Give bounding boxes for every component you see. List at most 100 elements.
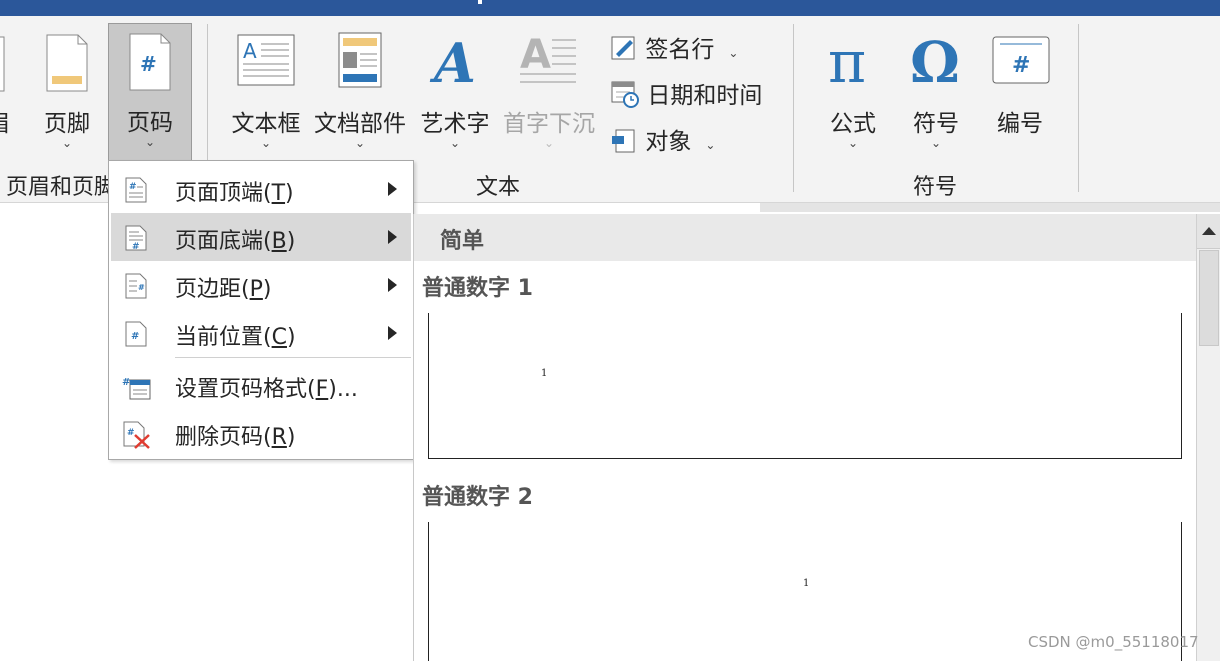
drop-cap-button[interactable]: A 首字下沉 ⌄ — [500, 24, 598, 164]
gallery-item-title: 普通数字 2 — [422, 485, 533, 510]
submenu-arrow-icon — [388, 182, 397, 196]
submenu-arrow-icon — [388, 230, 397, 244]
chevron-down-icon: ⌄ — [543, 136, 555, 150]
bottom-of-page-gallery: 简单 普通数字 1 1 普通数字 2 1 — [413, 214, 1197, 661]
menu-item-label: 当前位置(C) — [175, 325, 296, 350]
signature-line-icon — [611, 36, 635, 60]
document-background — [760, 203, 1220, 212]
svg-text:#: # — [132, 242, 140, 251]
symbol-button-label: 符号 — [913, 111, 959, 137]
quick-parts-icon — [338, 32, 382, 88]
current-position-icon: # — [125, 321, 147, 347]
svg-text:#: # — [140, 52, 157, 76]
page-number-menu: # 页面顶端(T) # 页面底端(B) # 页边距(P) # 当前位置(C) #… — [108, 160, 414, 460]
page-margin-icon: # — [125, 273, 147, 299]
object-button[interactable]: 对象 ⌄ — [610, 122, 715, 156]
svg-text:A: A — [243, 39, 257, 63]
header-page-icon — [0, 36, 5, 92]
footer-button-label: 页脚 — [44, 111, 90, 137]
menu-item-format-page-numbers[interactable]: # 设置页码格式(F)... — [111, 361, 411, 409]
chevron-down-icon: ⌄ — [144, 135, 156, 149]
page-number-button[interactable]: # 页码 ⌄ — [108, 23, 192, 162]
page-number-preview: 1 — [803, 578, 810, 589]
object-icon — [612, 129, 635, 153]
gallery-section-header: 简单 — [414, 214, 1197, 261]
svg-text:#: # — [138, 283, 145, 292]
delete-page-number-icon: # — [123, 421, 150, 449]
date-time-button[interactable]: 日期和时间 — [610, 76, 762, 110]
svg-text:Ω: Ω — [910, 30, 960, 90]
symbols-group-label: 符号 — [913, 175, 958, 200]
menu-item-label: 页边距(P) — [175, 277, 272, 302]
gallery-scrollbar[interactable] — [1196, 214, 1220, 661]
header-button-label: 眉 — [0, 104, 12, 138]
page-bottom-icon: # — [125, 225, 147, 251]
numbering-button-label: 编号 — [997, 111, 1043, 137]
equation-button-label: 公式 — [830, 111, 876, 137]
title-bar — [0, 0, 1220, 16]
omega-icon: Ω — [910, 30, 960, 90]
gallery-item-title: 普通数字 1 — [422, 276, 533, 301]
page-number-preview: 1 — [541, 368, 548, 379]
text-group-label: 文本 — [476, 175, 521, 200]
date-time-label: 日期和时间 — [647, 83, 763, 109]
scroll-up-arrow-icon[interactable] — [1197, 214, 1220, 249]
textbox-button-label: 文本框 — [231, 111, 301, 137]
footer-page-icon — [46, 34, 88, 92]
watermark: CSDN @m0_55118017 — [1028, 633, 1199, 651]
gallery-section-title: 简单 — [440, 229, 485, 254]
chevron-down-icon: ⌄ — [260, 136, 272, 150]
gallery-item-plain-number-1[interactable]: 1 — [428, 313, 1182, 459]
chevron-down-icon: ⌄ — [930, 136, 942, 150]
numbering-icon: # — [992, 36, 1050, 84]
menu-item-page-margins[interactable]: # 页边距(P) — [111, 261, 411, 309]
menu-item-current-position[interactable]: # 当前位置(C) — [111, 309, 411, 357]
chevron-down-icon: ⌄ — [449, 136, 461, 150]
svg-text:A: A — [520, 34, 551, 78]
menu-item-bottom-of-page[interactable]: # 页面底端(B) — [111, 213, 411, 261]
svg-text:π: π — [828, 30, 866, 90]
menu-item-label: 页面顶端(T) — [175, 181, 294, 206]
format-page-number-icon: # — [122, 377, 151, 400]
wordart-button[interactable]: A 艺术字 ⌄ — [416, 24, 494, 164]
textbox-icon: A — [237, 34, 295, 86]
equation-button[interactable]: π 公式 ⌄ — [818, 24, 888, 164]
quick-parts-button-label: 文档部件 — [314, 111, 406, 137]
svg-text:#: # — [122, 377, 130, 388]
svg-text:#: # — [1012, 53, 1030, 78]
signature-line-button[interactable]: 签名行 ⌄ — [610, 30, 738, 64]
page-top-icon: # — [125, 177, 147, 203]
numbering-button[interactable]: # 编号 — [986, 24, 1054, 164]
drop-cap-button-label: 首字下沉 — [503, 111, 595, 137]
chevron-down-icon: ⌄ — [847, 136, 859, 150]
pi-icon: π — [828, 30, 866, 90]
symbol-button[interactable]: Ω 符号 ⌄ — [900, 24, 972, 164]
page-number-button-label: 页码 — [127, 110, 173, 136]
object-label: 对象 — [645, 129, 692, 155]
svg-text:A: A — [429, 31, 476, 90]
chevron-down-icon: ⌄ — [354, 136, 366, 150]
menu-item-label: 删除页码(R) — [175, 425, 296, 450]
submenu-arrow-icon — [388, 326, 397, 340]
header-button[interactable]: 眉 — [0, 24, 12, 164]
document-page-edge — [415, 203, 760, 212]
menu-item-remove-page-numbers[interactable]: # 删除页码(R) — [111, 409, 411, 457]
menu-separator — [175, 357, 411, 358]
scrollbar-thumb[interactable] — [1199, 250, 1219, 346]
menu-item-label: 页面底端(B) — [175, 229, 296, 254]
textbox-button[interactable]: A 文本框 ⌄ — [228, 24, 304, 164]
calendar-clock-icon — [611, 81, 639, 108]
quick-parts-button[interactable]: 文档部件 ⌄ — [310, 24, 410, 164]
svg-text:#: # — [129, 182, 137, 192]
drop-cap-icon: A — [520, 34, 576, 83]
footer-button[interactable]: 页脚 ⌄ — [38, 24, 96, 164]
menu-item-label: 设置页码格式(F)... — [175, 377, 358, 402]
chevron-down-icon: ⌄ — [705, 138, 716, 152]
chevron-down-icon: ⌄ — [728, 46, 739, 60]
page-number-icon: # — [129, 33, 171, 91]
svg-text:#: # — [127, 428, 135, 438]
svg-text:#: # — [131, 331, 139, 342]
menu-item-top-of-page[interactable]: # 页面顶端(T) — [111, 165, 411, 213]
header-footer-group-label: 页眉和页脚 — [6, 175, 117, 200]
group-separator — [793, 24, 794, 192]
